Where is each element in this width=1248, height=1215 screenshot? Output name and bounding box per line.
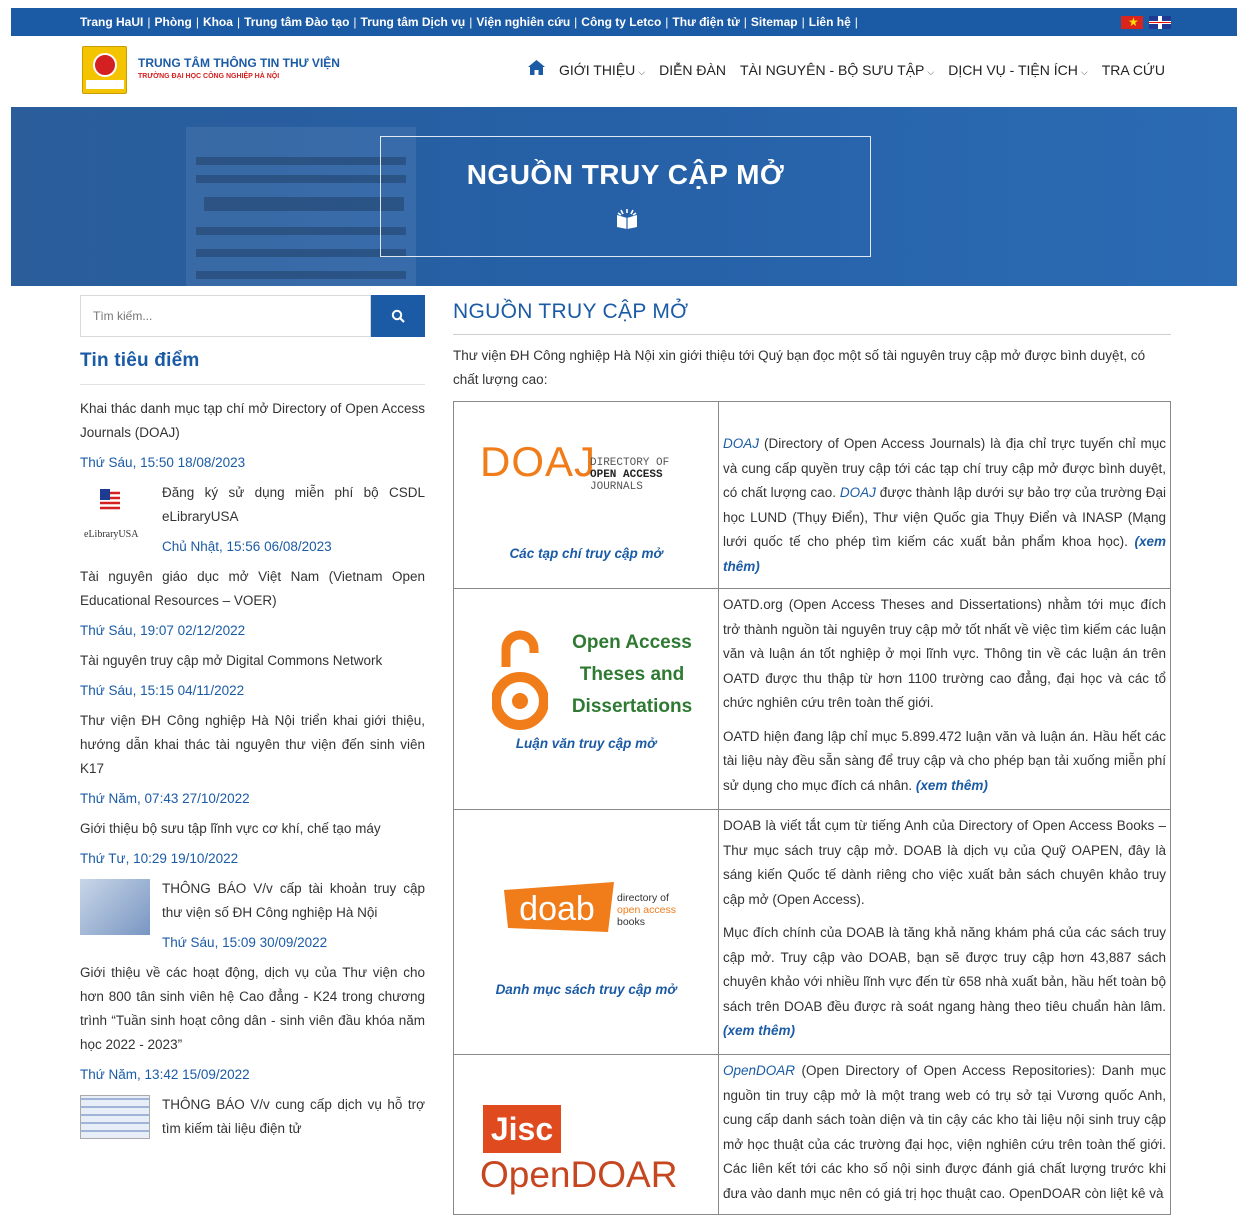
open-lock-icon [492,630,548,730]
table-row: Jisc OpenDOAR OpenDOAR (Open Directory o… [453,1054,1171,1215]
news-thumbnail[interactable] [80,1095,150,1139]
news-item: THÔNG BÁO V/v cung cấp dịch vụ hỗ trợ tì… [80,1093,425,1141]
jisc-logo[interactable]: Jisc [483,1105,561,1153]
doab-logo-subtitle: directory of open access books [617,892,676,928]
top-link-lienhe[interactable]: Liên hệ [809,15,851,29]
logo-title[interactable]: TRUNG TÂM THÔNG TIN THƯ VIỆN [138,56,340,70]
opendoar-logo-cell[interactable]: Jisc OpenDOAR [453,1054,719,1215]
top-link-khoa[interactable]: Khoa [203,15,233,29]
doab-logo[interactable]: doab [504,882,614,932]
uk-flag-icon[interactable] [1149,16,1171,29]
main-nav: GIỚI THIỆU ⌵ DIỄN ĐÀN TÀI NGUYÊN - BỘ SƯU… [527,60,1165,80]
doaj-logo[interactable]: DOAJ [480,441,596,482]
open-book-icon [615,207,639,229]
sidebar: Tin tiêu điểm Khai thác danh mục tạp chí… [80,350,425,1141]
banner-title: NGUỒN TRUY CẬP MỞ [466,159,785,190]
chevron-down-icon: ⌵ [1080,67,1088,77]
news-item-date: Thứ Sáu, 15:09 30/09/2022 [162,935,328,950]
top-link-haui[interactable]: Trang HaUI [80,15,143,29]
opendoar-logo[interactable]: OpenDOAR [480,1156,677,1192]
intro-text: Thư viện ĐH Công nghiệp Hà Nội xin giới … [453,348,1146,387]
top-link-dichvu[interactable]: Trung tâm Dịch vụ [361,15,466,29]
resource-caption[interactable]: Danh mục sách truy cập mở [454,978,718,1003]
opendoar-link[interactable]: OpenDOAR [723,1063,795,1078]
home-icon[interactable] [527,60,545,80]
search-box [80,295,425,337]
table-row: Open Access Theses and Dissertations Luậ… [453,588,1171,810]
news-item-date: Thứ Năm, 13:42 15/09/2022 [80,1067,250,1082]
top-link-daotao[interactable]: Trung tâm Đào tạo [244,15,349,29]
news-item-title[interactable]: Tài nguyên giáo dục mở Việt Nam (Vietnam… [80,565,425,613]
news-item-date: Thứ Tư, 10:29 19/10/2022 [80,851,239,866]
resource-description: OATD.org (Open Access Theses and Dissert… [718,588,1171,810]
logo-subtitle: TRƯỜNG ĐẠI HỌC CÔNG NGHIỆP HÀ NỘI [138,73,280,80]
nav-tai-nguyen[interactable]: TÀI NGUYÊN - BỘ SƯU TẬP ⌵ [740,62,934,78]
news-list: Khai thác danh mục tạp chí mở Directory … [80,397,425,1141]
news-item-date: Thứ Sáu, 15:50 18/08/2023 [80,455,246,470]
oatd-logo-cell[interactable]: Open Access Theses and Dissertations Luậ… [453,588,719,810]
search-input[interactable] [80,295,371,337]
news-item-title[interactable]: THÔNG BÁO V/v cấp tài khoản truy cập thư… [162,877,425,925]
doaj-link[interactable]: DOAJ [723,436,759,451]
news-item-title[interactable]: Đăng ký sử dụng miễn phí bộ CSDL eLibrar… [162,481,425,529]
site-header: TRUNG TÂM THÔNG TIN THƯ VIỆN TRƯỜNG ĐẠI … [11,36,1237,106]
logo-icon[interactable] [82,46,127,94]
table-row: doab directory of open access books Danh… [453,809,1171,1055]
resource-description: OpenDOAR (Open Directory of Open Access … [718,1054,1171,1215]
top-links: Trang HaUI | Phòng | Khoa | Trung tâm Đào t… [80,15,858,29]
see-more-link[interactable]: (xem thêm) [723,1023,795,1038]
svg-text:doab: doab [519,890,595,928]
nav-tra-cuu[interactable]: TRA CỨU [1102,62,1165,78]
news-item-date: Thứ Sáu, 15:15 04/11/2022 [80,683,245,698]
news-item-date: Thứ Sáu, 19:07 02/12/2022 [80,623,246,638]
top-link-sitemap[interactable]: Sitemap [751,15,798,29]
thumbnail-caption: eLibraryUSA [84,529,139,540]
top-link-viennc[interactable]: Viện nghiên cứu [476,15,570,29]
doab-logo-cell[interactable]: doab directory of open access books Danh… [453,809,719,1055]
news-item-title[interactable]: Thư viện ĐH Công nghiệp Hà Nội triển kha… [80,709,425,781]
nav-gioi-thieu[interactable]: GIỚI THIỆU ⌵ [559,62,645,78]
chevron-down-icon: ⌵ [927,67,935,77]
news-item-title[interactable]: THÔNG BÁO V/v cung cấp dịch vụ hỗ trợ tì… [162,1093,425,1141]
news-item-title[interactable]: Giới thiệu bộ sưu tập lĩnh vực cơ khí, c… [80,817,425,841]
resource-description: DOAB là viết tắt cụm từ tiếng Anh của Di… [718,809,1171,1055]
top-bar: Trang HaUI | Phòng | Khoa | Trung tâm Đào t… [11,8,1237,36]
doaj-logo-cell[interactable]: DOAJ DIRECTORY OF OPEN ACCESS JOURNALS C… [453,401,719,589]
news-item-date: Chủ Nhật, 15:56 06/08/2023 [162,539,332,554]
news-item: THÔNG BÁO V/v cấp tài khoản truy cập thư… [80,877,425,961]
table-row: DOAJ DIRECTORY OF OPEN ACCESS JOURNALS C… [453,401,1171,589]
top-link-email[interactable]: Thư điện tử [672,15,739,29]
banner-title-box: NGUỒN TRUY CẬP MỞ [380,136,871,257]
resource-description: DOAJ (Directory of Open Access Journals)… [718,401,1171,589]
language-switcher: ★ [1121,16,1171,29]
see-more-link[interactable]: (xem thêm) [916,778,988,793]
news-item-date: Thứ Năm, 07:43 27/10/2022 [80,791,250,806]
page-title: NGUỒN TRUY CẬP MỞ [453,300,1171,335]
nav-dich-vu[interactable]: DỊCH VỤ - TIỆN ÍCH ⌵ [948,62,1087,78]
resource-caption[interactable]: Luận văn truy cập mở [454,732,718,757]
news-item-title[interactable]: Khai thác danh mục tạp chí mở Directory … [80,397,425,445]
oatd-logo-text: Open Access Theses and Dissertations [571,632,693,717]
resource-caption[interactable]: Các tạp chí truy cập mở [454,542,718,567]
sidebar-heading: Tin tiêu điểm [80,350,425,385]
news-thumbnail[interactable] [80,879,150,935]
news-item-title[interactable]: Tài nguyên truy cập mở Digital Commons N… [80,649,425,673]
top-link-letco[interactable]: Công ty Letco [581,15,661,29]
elibraryusa-thumbnail[interactable]: eLibraryUSA [80,483,150,541]
main-content: NGUỒN TRUY CẬP MỞ Thư viện ĐH Công nghiệ… [453,300,1171,1215]
news-item-title[interactable]: Giới thiệu về các hoạt động, dịch vụ của… [80,961,425,1057]
chevron-down-icon: ⌵ [638,67,646,77]
news-item: eLibraryUSA Đăng ký sử dụng miễn phí bộ … [80,481,425,565]
top-link-phong[interactable]: Phòng [154,15,191,29]
doaj-logo-subtitle: DIRECTORY OF OPEN ACCESS JOURNALS [590,457,670,493]
vietnam-flag-icon[interactable]: ★ [1121,16,1143,29]
search-button[interactable] [371,295,425,337]
resources-table: DOAJ DIRECTORY OF OPEN ACCESS JOURNALS C… [453,401,1171,1215]
page-banner: NGUỒN TRUY CẬP MỞ [11,107,1237,286]
search-icon [391,309,405,323]
nav-dien-dan[interactable]: DIỄN ĐÀN [659,62,726,78]
